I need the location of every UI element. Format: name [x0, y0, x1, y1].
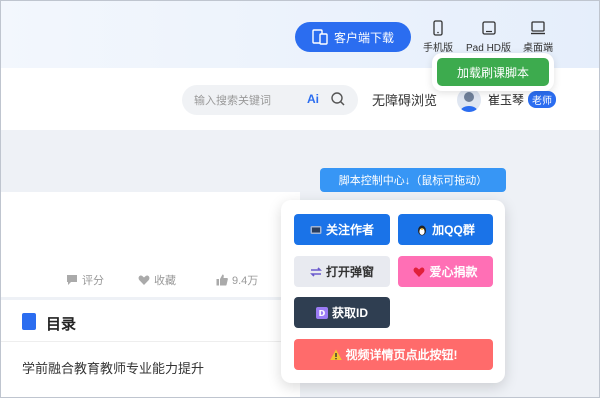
- like-stat[interactable]: 9.4万: [216, 272, 258, 288]
- document-icon: [22, 313, 36, 330]
- id-icon: D: [315, 306, 328, 319]
- control-panel: 关注作者 加QQ群 打开弹窗 爱心捐款 D 获取ID 视频详情页点此按钮!: [281, 200, 505, 383]
- device-pad[interactable]: Pad HD版: [466, 20, 511, 54]
- follow-author-button[interactable]: 关注作者: [294, 214, 390, 245]
- toc-item[interactable]: 学前融合教育教师专业能力提升: [22, 358, 204, 377]
- divider: [0, 341, 300, 342]
- desktop-icon: [531, 21, 545, 35]
- device-phone-label: 手机版: [423, 43, 453, 54]
- open-popup-label: 打开弹窗: [325, 265, 374, 279]
- device-desktop[interactable]: 桌面端: [523, 20, 553, 54]
- penguin-icon: [418, 225, 427, 235]
- flip-icon: [310, 266, 322, 277]
- get-id-label: 获取ID: [331, 306, 368, 320]
- search-input[interactable]: 输入搜索关键词 Ai: [182, 85, 358, 115]
- download-client-button[interactable]: 客户端下载: [295, 22, 411, 52]
- donate-label: 爱心捐款: [429, 265, 478, 279]
- load-script-button[interactable]: 加载刷课脚本: [437, 58, 549, 86]
- svg-text:D: D: [319, 309, 326, 318]
- search-icon[interactable]: [330, 91, 346, 107]
- heart-icon: [138, 275, 150, 285]
- user-avatar-icon: [460, 92, 478, 112]
- download-client-label: 客户端下载: [333, 30, 394, 45]
- teacher-badge: 老师: [528, 91, 556, 108]
- video-detail-button[interactable]: 视频详情页点此按钮!: [294, 339, 493, 370]
- get-id-button[interactable]: D 获取ID: [294, 297, 390, 328]
- follow-author-label: 关注作者: [325, 223, 374, 237]
- ai-search-icon[interactable]: Ai: [307, 92, 319, 106]
- warning-icon: [329, 349, 342, 360]
- tv-icon: [310, 225, 322, 234]
- devices-icon: [312, 29, 328, 45]
- device-desktop-label: 桌面端: [523, 43, 553, 54]
- toc-section: [0, 300, 300, 398]
- thumbs-up-icon: [216, 274, 228, 286]
- accessibility-link[interactable]: 无障碍浏览: [372, 90, 437, 109]
- heart-icon: [414, 267, 425, 277]
- toc-title: 目录: [46, 316, 77, 333]
- comment-icon: [67, 275, 77, 285]
- control-center-title[interactable]: 脚本控制中心↓（鼠标可拖动）: [320, 168, 506, 192]
- like-count: 9.4万: [232, 275, 259, 287]
- favorite-label: 收藏: [154, 275, 176, 287]
- rating-stat[interactable]: 评分: [66, 272, 104, 288]
- device-phone[interactable]: 手机版: [423, 20, 453, 54]
- open-popup-button[interactable]: 打开弹窗: [294, 256, 390, 287]
- search-placeholder: 输入搜索关键词: [194, 95, 271, 107]
- join-qq-button[interactable]: 加QQ群: [398, 214, 493, 245]
- tablet-icon: [481, 21, 496, 35]
- device-pad-label: Pad HD版: [466, 43, 512, 54]
- user-name[interactable]: 崔玉琴: [488, 91, 524, 108]
- video-detail-label: 视频详情页点此按钮!: [345, 348, 458, 362]
- favorite-stat[interactable]: 收藏: [138, 272, 176, 288]
- phone-icon: [433, 20, 443, 36]
- rating-label: 评分: [82, 275, 104, 287]
- avatar[interactable]: [457, 88, 481, 112]
- donate-button[interactable]: 爱心捐款: [398, 256, 493, 287]
- join-qq-label: 加QQ群: [432, 223, 475, 237]
